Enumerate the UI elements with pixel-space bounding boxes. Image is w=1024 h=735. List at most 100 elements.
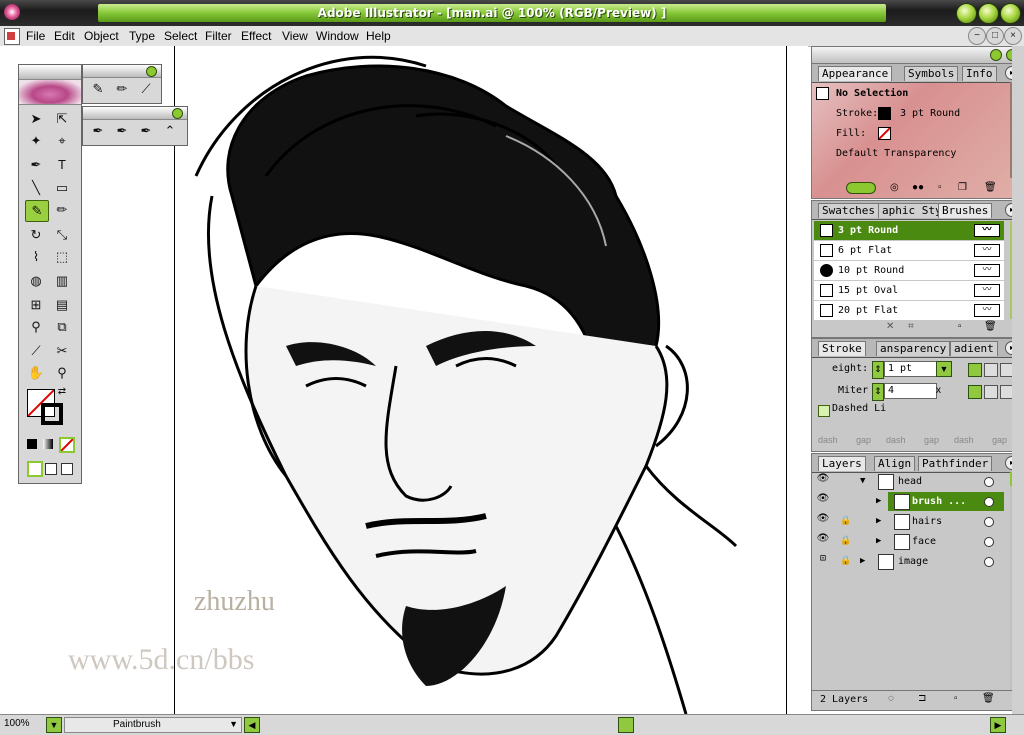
miter-input[interactable]: 4	[884, 383, 937, 399]
rectangle-tool-icon[interactable]: ▭	[51, 178, 73, 198]
scroll-left-icon[interactable]: ◀	[244, 717, 260, 733]
gap-label[interactable]: gap	[992, 435, 1007, 445]
miter-stepper[interactable]: ⇕	[872, 383, 884, 401]
round-cap-icon[interactable]	[984, 363, 998, 377]
target-icon[interactable]	[984, 517, 994, 527]
round-join-icon[interactable]	[984, 385, 998, 399]
brush-row[interactable]: 15 pt Oval 〰	[814, 281, 1004, 300]
layer-row[interactable]: 👁 ▶ brush ...	[812, 492, 1008, 511]
full-screen-menu-icon[interactable]	[45, 463, 57, 475]
mesh-tool-icon[interactable]: ⊞	[25, 295, 47, 315]
expand-triangle-icon[interactable]: ▶	[876, 512, 881, 531]
pen-tool-icon[interactable]: ✒	[25, 155, 47, 175]
warp-tool-icon[interactable]: ⌇	[25, 247, 47, 267]
zoom-tool-icon[interactable]: ⚲	[51, 363, 73, 383]
stroke-color-swatch[interactable]	[41, 403, 63, 425]
scissors-icon[interactable]: ✂	[51, 341, 73, 361]
direct-selection-tool-icon[interactable]: ⇱	[51, 109, 73, 129]
visibility-eye-icon[interactable]: 👁	[816, 512, 830, 526]
doc-minimize-button[interactable]: −	[968, 27, 986, 45]
menu-select[interactable]: Select	[164, 29, 197, 43]
status-tool-box[interactable]: Paintbrush ▼	[64, 717, 242, 733]
dash-label[interactable]: dash	[954, 435, 974, 445]
scroll-right-icon[interactable]: ▶	[990, 717, 1006, 733]
expand-triangle-icon[interactable]: ▼	[860, 472, 865, 491]
close-button[interactable]	[1000, 3, 1021, 24]
doc-restore-button[interactable]: □	[986, 27, 1004, 45]
new-brush-icon[interactable]: ▫	[958, 321, 962, 332]
tab-align[interactable]: Align	[874, 456, 916, 471]
brush-row[interactable]: 20 pt Flat 〰	[814, 301, 1004, 320]
slice-tool-icon[interactable]: ⟋	[25, 341, 47, 361]
toolbox-header[interactable]	[19, 65, 81, 80]
gradient-mode-icon[interactable]	[43, 439, 53, 449]
pen-flyout-icon[interactable]: ✒	[87, 121, 109, 141]
smooth-tool-icon[interactable]: ⟋	[135, 79, 157, 99]
appearance-transparency-row[interactable]: Default Transparency	[814, 144, 1004, 163]
visibility-eye-icon[interactable]: 👁	[816, 492, 830, 506]
tab-swatches[interactable]: Swatches	[818, 203, 879, 218]
gradient-tool-icon[interactable]: ▤	[51, 295, 73, 315]
brush-row[interactable]: 6 pt Flat 〰	[814, 241, 1004, 260]
pencil-flyout-icon[interactable]: ✏	[111, 79, 133, 99]
tab-transparency[interactable]: ansparency	[876, 341, 951, 356]
gap-label[interactable]: gap	[924, 435, 939, 445]
layer-row[interactable]: ⊡ 🔒 ▶ image	[812, 552, 1008, 571]
layer-row[interactable]: 👁 ▼ head	[812, 472, 1008, 491]
layer-row[interactable]: 👁 🔒 ▶ hairs	[812, 512, 1008, 531]
panel-minimize-icon[interactable]	[990, 49, 1002, 61]
zoom-dropdown[interactable]: ▼	[46, 717, 62, 733]
lock-icon[interactable]: 🔒	[840, 552, 851, 571]
tab-stroke[interactable]: Stroke	[818, 341, 866, 356]
doc-close-button[interactable]: ×	[1004, 27, 1022, 45]
layer-row[interactable]: 👁 🔒 ▶ face	[812, 532, 1008, 551]
window-scrollbar[interactable]	[1012, 46, 1024, 714]
normal-screen-icon[interactable]	[27, 461, 43, 477]
menu-file[interactable]: File	[26, 29, 45, 43]
brush-row[interactable]: 3 pt Round 〰	[814, 221, 1004, 240]
tab-appearance[interactable]: Appearance	[818, 66, 893, 81]
full-screen-icon[interactable]	[61, 463, 73, 475]
remove-brush-stroke-icon[interactable]: ✕	[886, 321, 894, 332]
menu-object[interactable]: Object	[84, 29, 119, 43]
duplicate-icon[interactable]: ❐	[958, 182, 967, 193]
menu-effect[interactable]: Effect	[241, 29, 271, 43]
illustrator-flower-icon[interactable]	[4, 4, 20, 20]
tab-gradient[interactable]: adient	[950, 341, 998, 356]
rotate-tool-icon[interactable]: ↻	[25, 225, 47, 245]
weight-dropdown[interactable]: ▼	[936, 361, 952, 377]
template-icon[interactable]: ⊡	[816, 552, 830, 566]
target-icon[interactable]	[984, 477, 994, 487]
color-mode-icon[interactable]	[27, 439, 37, 449]
menu-filter[interactable]: Filter	[205, 29, 232, 43]
dash-label[interactable]: dash	[886, 435, 906, 445]
menu-window[interactable]: Window	[316, 29, 359, 43]
tab-pathfinder[interactable]: Pathfinder	[918, 456, 993, 471]
new-sublayer-icon[interactable]: ⊐	[918, 693, 926, 704]
selection-tool-icon[interactable]: ➤	[25, 109, 47, 129]
document-icon[interactable]	[4, 28, 20, 45]
menu-type[interactable]: Type	[129, 29, 155, 43]
target-icon[interactable]	[984, 497, 994, 507]
butt-cap-icon[interactable]	[968, 363, 982, 377]
new-art-basic-icon[interactable]	[846, 182, 876, 194]
appearance-stroke-row[interactable]: Stroke: 3 pt Round	[814, 104, 1004, 123]
target-icon[interactable]	[984, 537, 994, 547]
tab-brushes[interactable]: Brushes	[938, 203, 993, 218]
lock-icon[interactable]: 🔒	[840, 512, 851, 531]
expand-triangle-icon[interactable]: ▶	[876, 492, 881, 511]
target-icon[interactable]	[984, 557, 994, 567]
brush-options-icon[interactable]: ⌗	[908, 321, 914, 332]
scale-tool-icon[interactable]: ⤡	[51, 225, 73, 245]
hand-tool-icon[interactable]: ✋	[25, 363, 47, 383]
miter-join-icon[interactable]	[968, 385, 982, 399]
tab-graphic-styles[interactable]: aphic Sty	[878, 203, 946, 218]
paintbrush-tool-icon[interactable]: ✎	[25, 200, 49, 222]
free-transform-icon[interactable]: ⬚	[51, 247, 73, 267]
scroll-thumb[interactable]	[618, 717, 634, 733]
appearance-fill-row[interactable]: Fill:	[814, 124, 1004, 143]
dash-label[interactable]: dash	[818, 435, 838, 445]
flyout-close-icon[interactable]	[146, 66, 157, 77]
artboard-canvas[interactable]: zhuzhu www.5d.cn/bbs	[0, 46, 808, 714]
delete-brush-icon[interactable]: 🗑	[984, 321, 997, 332]
